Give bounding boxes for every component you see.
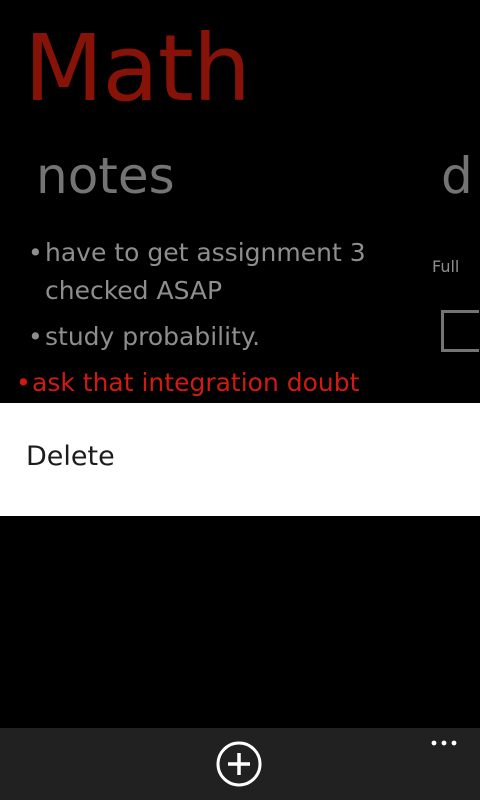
note-text: ask that integration doubt [32, 368, 360, 397]
note-text: have to get assignment 3 checked ASAP [45, 238, 366, 305]
side-panel-box[interactable] [441, 310, 479, 352]
more-button[interactable] [426, 732, 462, 754]
screen: Math notes d • have to get assignment 3 … [0, 0, 480, 800]
delete-menu-item[interactable]: Delete [26, 439, 115, 475]
note-item-selected[interactable]: • ask that integration doubt [16, 364, 408, 402]
bullet: • [16, 368, 31, 397]
note-item[interactable]: • have to get assignment 3 checked ASAP [28, 234, 408, 310]
app-bar [0, 728, 480, 800]
add-button[interactable] [215, 740, 263, 788]
bullet: • [28, 322, 43, 351]
side-panel-label: Full [432, 257, 460, 276]
note-text: study probability. [45, 322, 261, 351]
add-circle-icon [216, 741, 262, 787]
section-header-notes[interactable]: notes [36, 144, 175, 208]
bullet: • [28, 238, 43, 267]
more-ellipsis-icon [431, 740, 457, 746]
app-title: Math [24, 15, 251, 122]
section-header-next-peek[interactable]: d [441, 144, 473, 208]
notes-list: • have to get assignment 3 checked ASAP … [16, 234, 408, 410]
context-menu: Delete [0, 403, 480, 516]
note-item[interactable]: • study probability. [28, 318, 408, 356]
